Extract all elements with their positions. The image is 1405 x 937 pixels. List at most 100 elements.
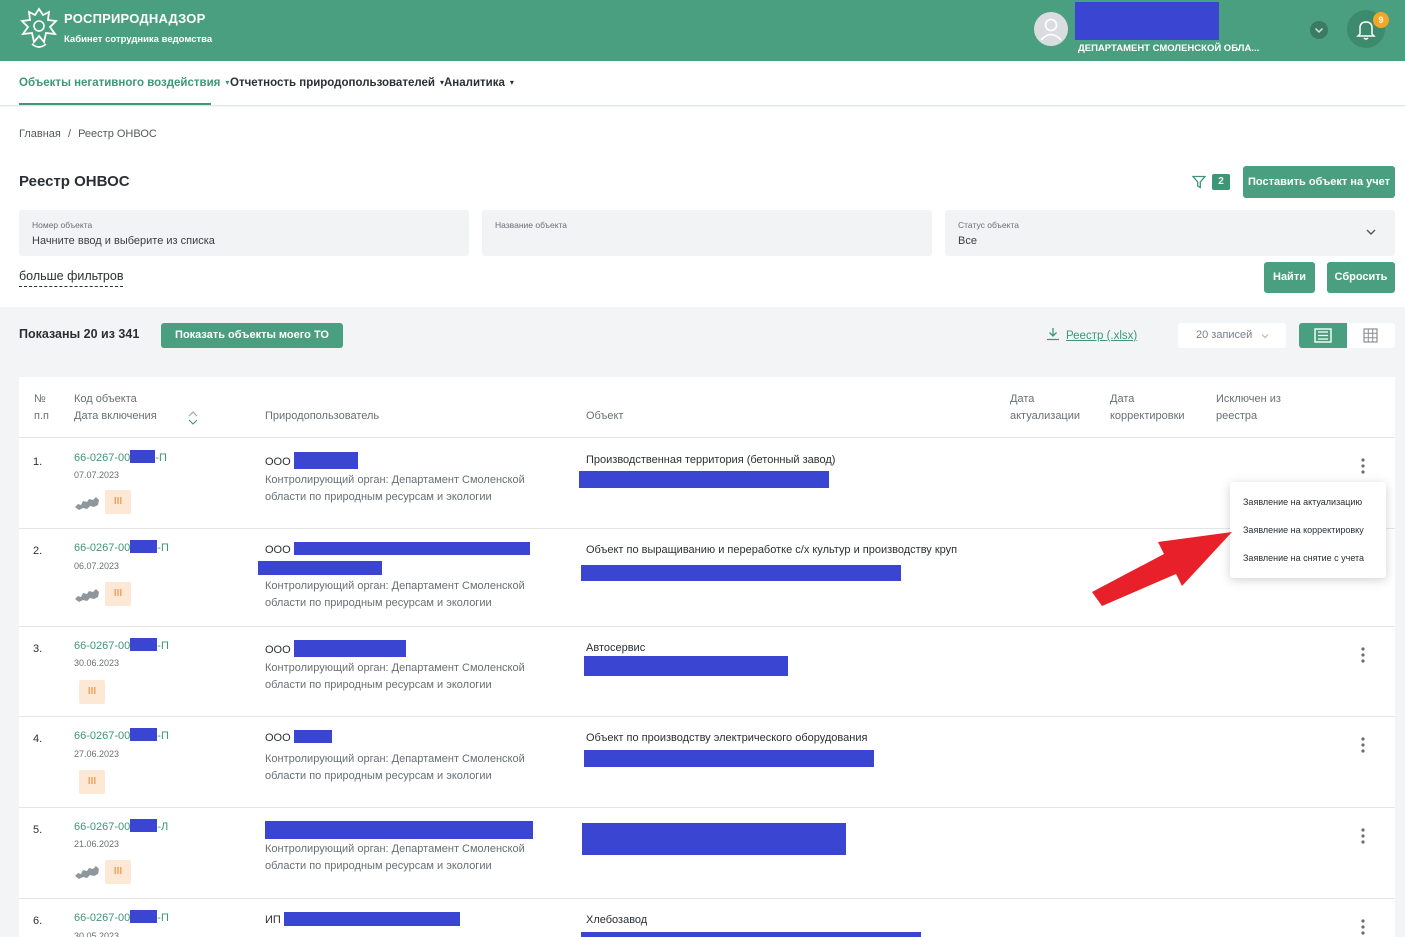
control-line: области по природным ресурсам и экологии — [265, 597, 492, 609]
object-name-field[interactable]: Название объекта — [482, 210, 932, 256]
object-name: Производственная территория (бетонный за… — [586, 454, 836, 466]
find-button[interactable]: Найти — [1264, 262, 1315, 293]
column-header-actualization-date: Дата актуализации — [1010, 391, 1080, 425]
object-code-link[interactable]: 66-0267-00 -П — [74, 638, 169, 655]
code-suffix: -Л — [157, 821, 169, 833]
more-vertical-icon — [1361, 458, 1365, 474]
row-number: 3. — [33, 643, 43, 655]
nav-item-negative-impact-objects[interactable]: Объекты негативного воздействия ▾ — [19, 77, 229, 89]
row-menu-button[interactable] — [1360, 646, 1366, 667]
header-line: п.п — [34, 410, 49, 422]
caret-down-icon: ▾ — [225, 78, 230, 87]
table-row[interactable]: 1. 66-0267-00 -П 07.07.2023 III ООО Контр… — [19, 437, 1395, 528]
nav-item-label: Отчетность природопользователей — [230, 77, 435, 89]
object-name: Хлебозавод — [586, 914, 648, 926]
register-object-button[interactable]: Поставить объект на учет — [1243, 166, 1395, 198]
more-vertical-icon — [1361, 737, 1365, 753]
control-line: Контролирующий орган: Департамент Смолен… — [265, 662, 525, 674]
objects-table: № п.п Код объекта Дата включения Природо… — [19, 377, 1395, 937]
inclusion-date: 30.05.2023 — [74, 931, 120, 937]
menu-item-actualization[interactable]: Заявление на актуализацию — [1243, 497, 1362, 507]
control-line: Контролирующий орган: Департамент Смолен… — [265, 843, 525, 855]
object-status-select[interactable]: Статус объекта Все — [945, 210, 1395, 256]
russia-map-icon — [75, 589, 99, 602]
row-menu-button[interactable] — [1360, 827, 1366, 848]
user-icon — [1040, 18, 1062, 41]
filters-panel — [0, 107, 1405, 307]
list-view-button[interactable] — [1299, 323, 1347, 348]
more-vertical-icon — [1361, 919, 1365, 935]
object-name: Автосервис — [586, 642, 646, 654]
grid-view-button[interactable] — [1347, 323, 1395, 348]
table-row[interactable]: 5. 66-0267-00 -Л 21.06.2023 III Контролир… — [19, 807, 1395, 898]
object-code-link[interactable]: 66-0267-00 -П — [74, 910, 169, 927]
control-authority: Контролирующий орган: Департамент Смолен… — [265, 660, 555, 694]
field-label: Название объекта — [495, 220, 568, 230]
owner-type: ООО — [265, 544, 291, 556]
breadcrumb-current: Реестр ОНВОС — [78, 128, 157, 140]
export-label: Реестр (.xlsx) — [1066, 330, 1138, 342]
user-menu-chevron-icon[interactable] — [1310, 21, 1328, 39]
row-number: 5. — [33, 824, 43, 836]
code-suffix: -П — [157, 542, 169, 554]
grid-view-icon — [1363, 328, 1378, 343]
owner-redacted — [293, 542, 530, 555]
category-badge: III — [105, 860, 131, 884]
owner-redacted — [293, 452, 358, 469]
object-code-link[interactable]: 66-0267-00 -П — [74, 450, 167, 467]
row-menu-button[interactable] — [1360, 918, 1366, 937]
nav-item-analytics[interactable]: Аналитика ▾ — [444, 77, 514, 89]
show-my-to-objects-button[interactable]: Показать объекты моего ТО — [161, 323, 343, 348]
code-suffix: -П — [155, 452, 167, 464]
menu-item-deregistration[interactable]: Заявление на снятие с учета — [1243, 553, 1364, 563]
control-authority: Контролирующий орган: Департамент Смолен… — [265, 578, 555, 612]
per-page-select[interactable]: 20 записей — [1178, 323, 1286, 348]
table-row[interactable]: 4. 66-0267-00 -П 27.06.2023 III ООО Контр… — [19, 716, 1395, 807]
sort-icon[interactable] — [187, 410, 199, 428]
row-menu-button[interactable] — [1360, 457, 1366, 478]
code-redacted — [130, 638, 158, 651]
notification-count-badge: 9 — [1373, 12, 1389, 28]
table-row[interactable]: 6. 66-0267-00 -П 30.05.2023 ИП Хлебозавод — [19, 898, 1395, 937]
nav-item-user-reporting[interactable]: Отчетность природопользователей ▾ — [230, 77, 444, 89]
header-line: № — [34, 393, 46, 405]
object-address-redacted — [581, 565, 901, 581]
reset-button[interactable]: Сбросить — [1327, 262, 1395, 293]
breadcrumb-home[interactable]: Главная — [19, 128, 61, 140]
object-name: Объект по производству электрического об… — [586, 732, 868, 744]
menu-item-correction[interactable]: Заявление на корректировку — [1243, 525, 1364, 535]
header-line: Исключен из — [1216, 393, 1281, 405]
object-code-link[interactable]: 66-0267-00 -Л — [74, 819, 168, 836]
column-header-object: Объект — [586, 410, 624, 422]
main-nav: Объекты негативного воздействия ▾ Отчетно… — [0, 61, 1405, 106]
header-line: актуализации — [1010, 410, 1081, 422]
control-authority: Контролирующий орган: Департамент Смолен… — [265, 841, 555, 875]
control-authority: Контролирующий орган: Департамент Смолен… — [265, 751, 555, 785]
more-vertical-icon — [1361, 647, 1365, 663]
more-filters-link[interactable]: больше фильтров — [19, 269, 124, 287]
column-header-code[interactable]: Код объекта Дата включения — [74, 391, 157, 425]
control-line: области по природным ресурсам и экологии — [265, 770, 492, 782]
control-line: Контролирующий орган: Департамент Смолен… — [265, 753, 525, 765]
header-line: Дата включения — [74, 410, 157, 422]
object-code-link[interactable]: 66-0267-00 -П — [74, 540, 169, 557]
owner-redacted — [293, 640, 406, 657]
control-line: области по природным ресурсам и экологии — [265, 860, 492, 872]
code-redacted — [130, 728, 158, 741]
export-xlsx-link[interactable]: Реестр (.xlsx) — [1046, 327, 1137, 342]
category-badge: III — [79, 680, 105, 704]
table-row[interactable]: 3. 66-0267-00 -П 30.06.2023 III ООО Контр… — [19, 626, 1395, 716]
code-prefix: 66-0267-00 — [74, 821, 131, 833]
inclusion-date: 06.07.2023 — [74, 561, 120, 571]
row-menu-button[interactable] — [1360, 736, 1366, 757]
code-redacted — [130, 450, 156, 463]
object-name: Объект по выращиванию и переработке с/х … — [586, 544, 958, 556]
user-avatar[interactable] — [1034, 12, 1068, 46]
object-code-link[interactable]: 66-0267-00 -П — [74, 728, 169, 745]
code-prefix: 66-0267-00 — [74, 640, 131, 652]
filter-icon[interactable] — [1192, 175, 1206, 189]
owner-redacted-line2 — [258, 561, 382, 575]
annotation-arrow-icon — [1092, 532, 1232, 606]
object-number-field[interactable]: Номер объекта Начните ввод и выберите из… — [19, 210, 469, 256]
field-placeholder: Начните ввод и выберите из списка — [32, 235, 215, 247]
